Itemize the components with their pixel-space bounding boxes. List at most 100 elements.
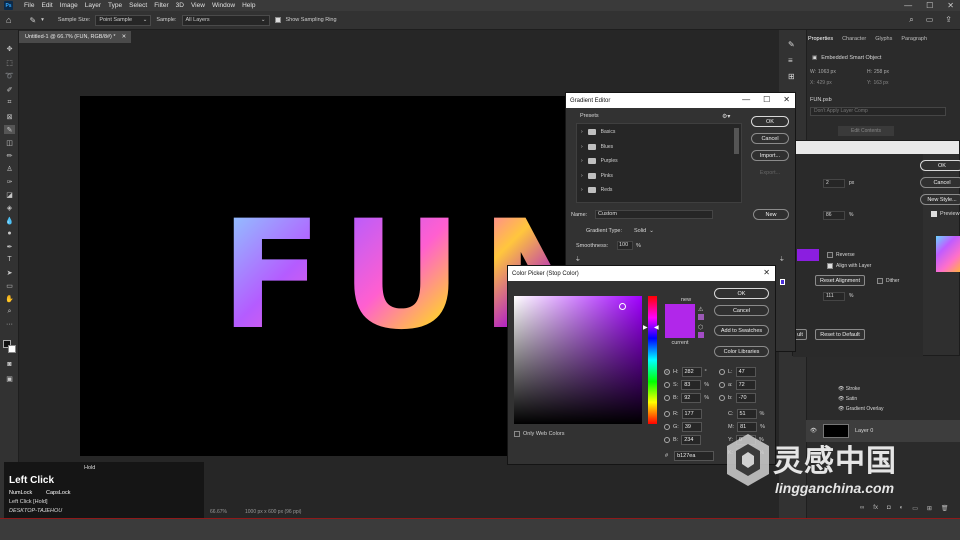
lightness-radio[interactable] bbox=[719, 369, 725, 375]
preset-folder-blues[interactable]: › Blues bbox=[581, 141, 613, 153]
sample-select[interactable]: All Layers ⌄ bbox=[181, 14, 270, 26]
align-row[interactable]: Align with Layer bbox=[827, 263, 871, 269]
background-color-swatch[interactable] bbox=[8, 345, 16, 353]
menu-view[interactable]: View bbox=[191, 2, 205, 9]
minimize-button[interactable]: — bbox=[904, 1, 912, 10]
blue-radio[interactable] bbox=[664, 437, 670, 443]
close-icon[interactable]: ✕ bbox=[763, 268, 770, 277]
new-style-button[interactable]: New Style... bbox=[920, 194, 960, 205]
hue-slider-arrow-icon[interactable]: ◀ bbox=[654, 324, 659, 331]
home-icon[interactable]: ⌂ bbox=[6, 15, 11, 25]
close-icon[interactable]: ✕ bbox=[783, 95, 790, 104]
maximize-icon[interactable]: ☐ bbox=[763, 95, 770, 104]
add-to-swatches-button[interactable]: Add to Swatches bbox=[714, 325, 769, 336]
dither-checkbox[interactable] bbox=[877, 278, 883, 284]
reverse-row[interactable]: Reverse bbox=[827, 252, 855, 258]
frame-tool-icon[interactable]: ⊠ bbox=[4, 112, 15, 121]
history-brush-tool-icon[interactable]: ✑ bbox=[4, 177, 15, 186]
share-icon[interactable]: ⇪ bbox=[945, 15, 952, 25]
document-tab[interactable]: Untitled-1 @ 66.7% (FUN, RGB/8#) * ✕ bbox=[19, 31, 131, 43]
dither-row[interactable]: Dither bbox=[877, 278, 899, 284]
healing-brush-tool-icon[interactable]: ◫ bbox=[4, 138, 15, 147]
path-select-tool-icon[interactable]: ➤ bbox=[4, 268, 15, 277]
opacity-stop-icon[interactable]: ⍊ bbox=[780, 256, 784, 263]
chevron-down-icon[interactable]: ▾ bbox=[41, 17, 44, 23]
hex-input[interactable]: b127ea bbox=[674, 451, 715, 461]
hue-radio[interactable] bbox=[664, 369, 670, 375]
menu-window[interactable]: Window bbox=[212, 2, 235, 9]
menu-filter[interactable]: Filter bbox=[154, 2, 168, 9]
green-radio[interactable] bbox=[664, 424, 670, 430]
more-tools-icon[interactable]: ··· bbox=[4, 320, 15, 329]
move-tool-icon[interactable]: ✥ bbox=[4, 44, 15, 53]
gamut-swatch[interactable] bbox=[698, 314, 704, 320]
close-tab-icon[interactable]: ✕ bbox=[122, 34, 127, 40]
h-value[interactable]: 258 px bbox=[874, 69, 889, 75]
brightness-radio[interactable] bbox=[664, 395, 670, 401]
brush-tool-icon[interactable]: ✏ bbox=[4, 151, 15, 160]
presets-scrollbar[interactable] bbox=[734, 128, 739, 154]
stamp-tool-icon[interactable]: ♙ bbox=[4, 164, 15, 173]
tab-paragraph[interactable]: Paragraph bbox=[901, 36, 927, 48]
gradient-type-select[interactable]: Solid ⌄ bbox=[634, 228, 654, 234]
out-of-gamut-warning-icon[interactable]: ⚠ bbox=[698, 306, 703, 313]
red-input[interactable]: 177 bbox=[681, 409, 702, 419]
eraser-tool-icon[interactable]: ◪ bbox=[4, 190, 15, 199]
layer-style-cancel-button[interactable]: Cancel bbox=[920, 177, 960, 188]
a-radio[interactable] bbox=[719, 382, 725, 388]
marquee-tool-icon[interactable]: ⬚ bbox=[4, 58, 15, 67]
color-stop[interactable] bbox=[780, 279, 785, 285]
gradient-swatch[interactable] bbox=[797, 249, 819, 261]
lightness-input[interactable]: 47 bbox=[735, 367, 756, 377]
saturation-input[interactable]: 83 bbox=[681, 380, 702, 390]
menu-image[interactable]: Image bbox=[60, 2, 78, 9]
quick-select-tool-icon[interactable]: ✐ bbox=[4, 85, 15, 94]
layer-style-ok-button[interactable]: OK bbox=[920, 160, 960, 171]
color-cursor[interactable] bbox=[619, 303, 626, 310]
dodge-tool-icon[interactable]: ● bbox=[4, 229, 15, 238]
cyan-input[interactable]: 51 bbox=[736, 409, 757, 419]
menu-edit[interactable]: Edit bbox=[41, 2, 52, 9]
maximize-button[interactable]: ☐ bbox=[926, 1, 933, 10]
adjustments-icon[interactable]: ≡ bbox=[788, 56, 793, 65]
effect-stroke[interactable]: 👁 Stroke bbox=[838, 386, 884, 392]
preset-folder-reds[interactable]: › Reds bbox=[581, 184, 612, 196]
gradient-cancel-button[interactable]: Cancel bbox=[751, 133, 789, 144]
hue-slider[interactable] bbox=[648, 296, 657, 424]
tab-glyphs[interactable]: Glyphs bbox=[875, 36, 892, 48]
saturation-radio[interactable] bbox=[664, 382, 670, 388]
preview-checkbox[interactable] bbox=[931, 211, 937, 217]
menu-3d[interactable]: 3D bbox=[176, 2, 184, 9]
smoothness-input[interactable]: 100 bbox=[617, 241, 633, 250]
preset-folder-pinks[interactable]: › Pinks bbox=[581, 170, 613, 182]
rectangle-tool-icon[interactable]: ▭ bbox=[4, 281, 15, 290]
align-checkbox[interactable] bbox=[827, 263, 833, 269]
eyedropper-icon[interactable]: ✎ bbox=[29, 16, 36, 25]
w-value[interactable]: 1063 px bbox=[818, 69, 836, 75]
blue-input[interactable]: 234 bbox=[681, 435, 702, 445]
eyedropper-tool-icon[interactable]: ✎ bbox=[4, 125, 15, 134]
web-safe-cube-icon[interactable]: ⬡ bbox=[698, 324, 703, 331]
menu-select[interactable]: Select bbox=[129, 2, 147, 9]
color-libraries-button[interactable]: Color Libraries bbox=[714, 346, 769, 357]
sample-size-select[interactable]: Point Sample ⌄ bbox=[95, 14, 152, 26]
blur-tool-icon[interactable]: 💧 bbox=[4, 216, 15, 225]
gradient-new-button[interactable]: New bbox=[753, 209, 789, 220]
workspace-icon[interactable]: ▭ bbox=[926, 15, 934, 25]
a-input[interactable]: 72 bbox=[735, 380, 756, 390]
zoom-level[interactable]: 66.67% bbox=[210, 509, 227, 515]
edit-contents-button[interactable]: Edit Contents bbox=[838, 126, 894, 136]
x-value[interactable]: 429 px bbox=[817, 80, 832, 86]
pen-tool-icon[interactable]: ✒ bbox=[4, 242, 15, 251]
brush-settings-icon[interactable]: ✎ bbox=[788, 40, 795, 49]
only-web-colors-checkbox[interactable] bbox=[514, 431, 520, 437]
type-tool-icon[interactable]: T bbox=[4, 255, 15, 264]
size-field[interactable]: 2 bbox=[823, 179, 845, 188]
preset-folder-purples[interactable]: › Purples bbox=[581, 155, 618, 167]
only-web-colors-row[interactable]: Only Web Colors bbox=[514, 431, 564, 437]
tab-properties[interactable]: Properties bbox=[808, 36, 833, 48]
gradient-name-input[interactable]: Custom bbox=[595, 210, 713, 219]
tab-character[interactable]: Character bbox=[842, 36, 866, 48]
b-lab-input[interactable]: -70 bbox=[735, 393, 756, 403]
show-ring-checkbox[interactable] bbox=[274, 17, 281, 23]
